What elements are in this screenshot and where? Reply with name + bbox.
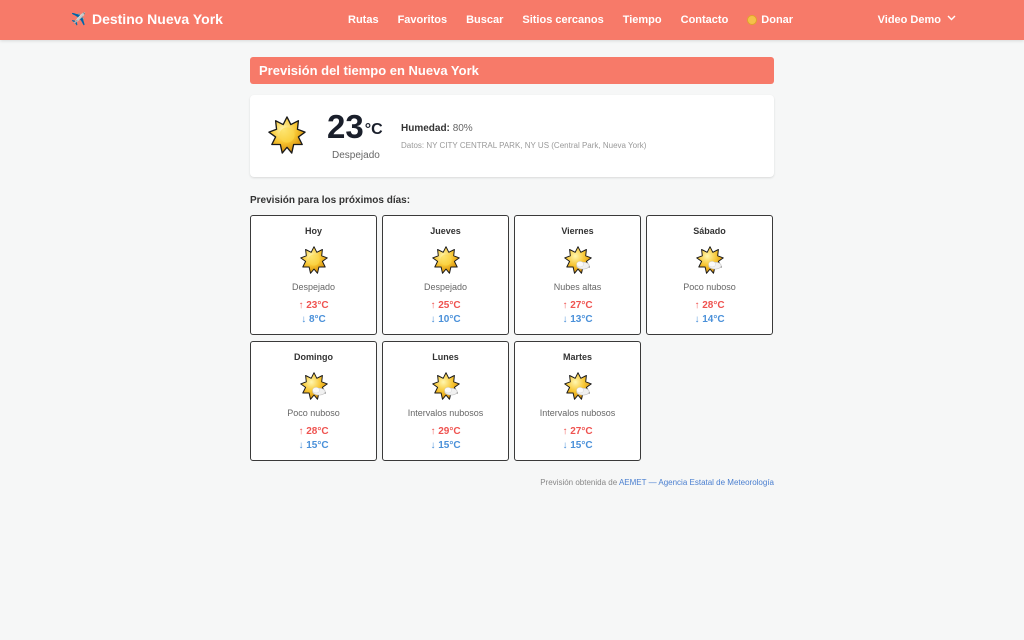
forecast-day-card: Martes Intervalos nubosos ↑ 27°C ↓ 15°C (514, 341, 641, 461)
sun-cloud-icon (564, 246, 592, 274)
sun-icon (432, 246, 460, 274)
sun-cloud-icon (696, 246, 724, 274)
max-temp: ↑ 27°C (562, 300, 593, 311)
top-navbar: ✈️ Destino Nueva York Rutas Favoritos Bu… (0, 0, 1024, 40)
sun-icon (268, 116, 306, 154)
sun-cloud-icon (300, 372, 328, 400)
airplane-icon: ✈️ (71, 12, 86, 26)
chevron-down-icon (947, 15, 956, 22)
max-temp: ↑ 27°C (562, 426, 593, 437)
coin-icon (747, 15, 758, 25)
aemet-link[interactable]: AEMET — Agencia Estatal de Meteorología (619, 478, 774, 487)
nav-item-buscar[interactable]: Buscar (466, 14, 503, 26)
forecast-day-card: Viernes Nubes altas ↑ 27°C ↓ 13°C (514, 215, 641, 335)
day-condition: Intervalos nubosos (407, 408, 484, 418)
nav-item-favoritos[interactable]: Favoritos (398, 14, 448, 26)
day-name: Hoy (304, 226, 322, 236)
footer-attribution: Previsión obtenida de AEMET — Agencia Es… (250, 478, 774, 487)
nav-item-tiempo[interactable]: Tiempo (623, 14, 662, 26)
user-name: Video Demo (877, 14, 941, 26)
current-weather-card: 23 °C Despejado Humedad: 80% Datos: NY C… (250, 95, 774, 177)
current-temperature: 23 °C (327, 110, 383, 143)
day-name: Viernes (561, 226, 594, 236)
min-temp: ↓ 10°C (430, 314, 461, 325)
forecast-day-card: Sábado Poco nuboso ↑ 28°C ↓ 14°C (646, 215, 773, 335)
humidity-value: 80% (452, 123, 473, 134)
data-source: Datos: NY CITY CENTRAL PARK, NY US (Cent… (401, 141, 647, 150)
day-condition: Despejado (291, 282, 336, 292)
min-temp: ↓ 14°C (694, 314, 725, 325)
day-condition: Poco nuboso (287, 408, 340, 418)
nav-item-contacto[interactable]: Contacto (681, 14, 729, 26)
forecast-day-card: Lunes Intervalos nubosos ↑ 29°C ↓ 15°C (382, 341, 509, 461)
forecast-grid: Hoy Despejado ↑ 23°C ↓ 8°C Jueves Despej… (250, 215, 774, 461)
day-name: Jueves (430, 226, 461, 236)
main-nav: Rutas Favoritos Buscar Sitios cercanos T… (348, 14, 812, 26)
current-temp-unit: °C (364, 121, 383, 138)
day-name: Sábado (693, 226, 726, 236)
day-condition: Nubes altas (553, 282, 602, 292)
max-temp: ↑ 28°C (298, 426, 329, 437)
min-temp: ↓ 15°C (562, 440, 593, 451)
page-title: Previsión del tiempo en Nueva York (250, 57, 774, 84)
max-temp: ↑ 28°C (694, 300, 725, 311)
max-temp: ↑ 23°C (298, 300, 329, 311)
min-temp: ↓ 8°C (301, 314, 326, 325)
current-temp-value: 23 (327, 108, 364, 145)
brand-title: Destino Nueva York (91, 11, 223, 27)
humidity: Humedad: 80% (401, 123, 473, 134)
max-temp: ↑ 29°C (430, 426, 461, 437)
current-condition: Despejado (332, 150, 380, 161)
forecast-day-card: Jueves Despejado ↑ 25°C ↓ 10°C (382, 215, 509, 335)
min-temp: ↓ 13°C (562, 314, 593, 325)
day-name: Domingo (294, 352, 333, 362)
nav-item-donar[interactable]: Donar (747, 14, 793, 26)
footer-prefix: Previsión obtenida de (540, 478, 618, 487)
min-temp: ↓ 15°C (298, 440, 329, 451)
min-temp: ↓ 15°C (430, 440, 461, 451)
weather-container: Previsión del tiempo en Nueva York 23 °C… (250, 57, 774, 461)
brand-link[interactable]: ✈️ Destino Nueva York (71, 11, 223, 27)
nav-item-rutas[interactable]: Rutas (348, 14, 379, 26)
forecast-day-card: Domingo Poco nuboso ↑ 28°C ↓ 15°C (250, 341, 377, 461)
day-name: Lunes (432, 352, 459, 362)
sun-icon (300, 246, 328, 274)
donar-label: Donar (761, 14, 794, 26)
nav-item-sitios-cercanos[interactable]: Sitios cercanos (522, 14, 603, 26)
day-name: Martes (562, 352, 592, 362)
day-condition: Intervalos nubosos (539, 408, 616, 418)
day-condition: Despejado (423, 282, 468, 292)
sun-cloud-icon (564, 372, 592, 400)
forecast-title: Previsión para los próximos días: (250, 195, 411, 206)
max-temp: ↑ 25°C (430, 300, 461, 311)
forecast-day-card: Hoy Despejado ↑ 23°C ↓ 8°C (250, 215, 377, 335)
user-menu[interactable]: Video Demo (877, 14, 956, 26)
humidity-label: Humedad: (401, 123, 450, 134)
day-condition: Poco nuboso (683, 282, 736, 292)
sun-cloud-icon (432, 372, 460, 400)
